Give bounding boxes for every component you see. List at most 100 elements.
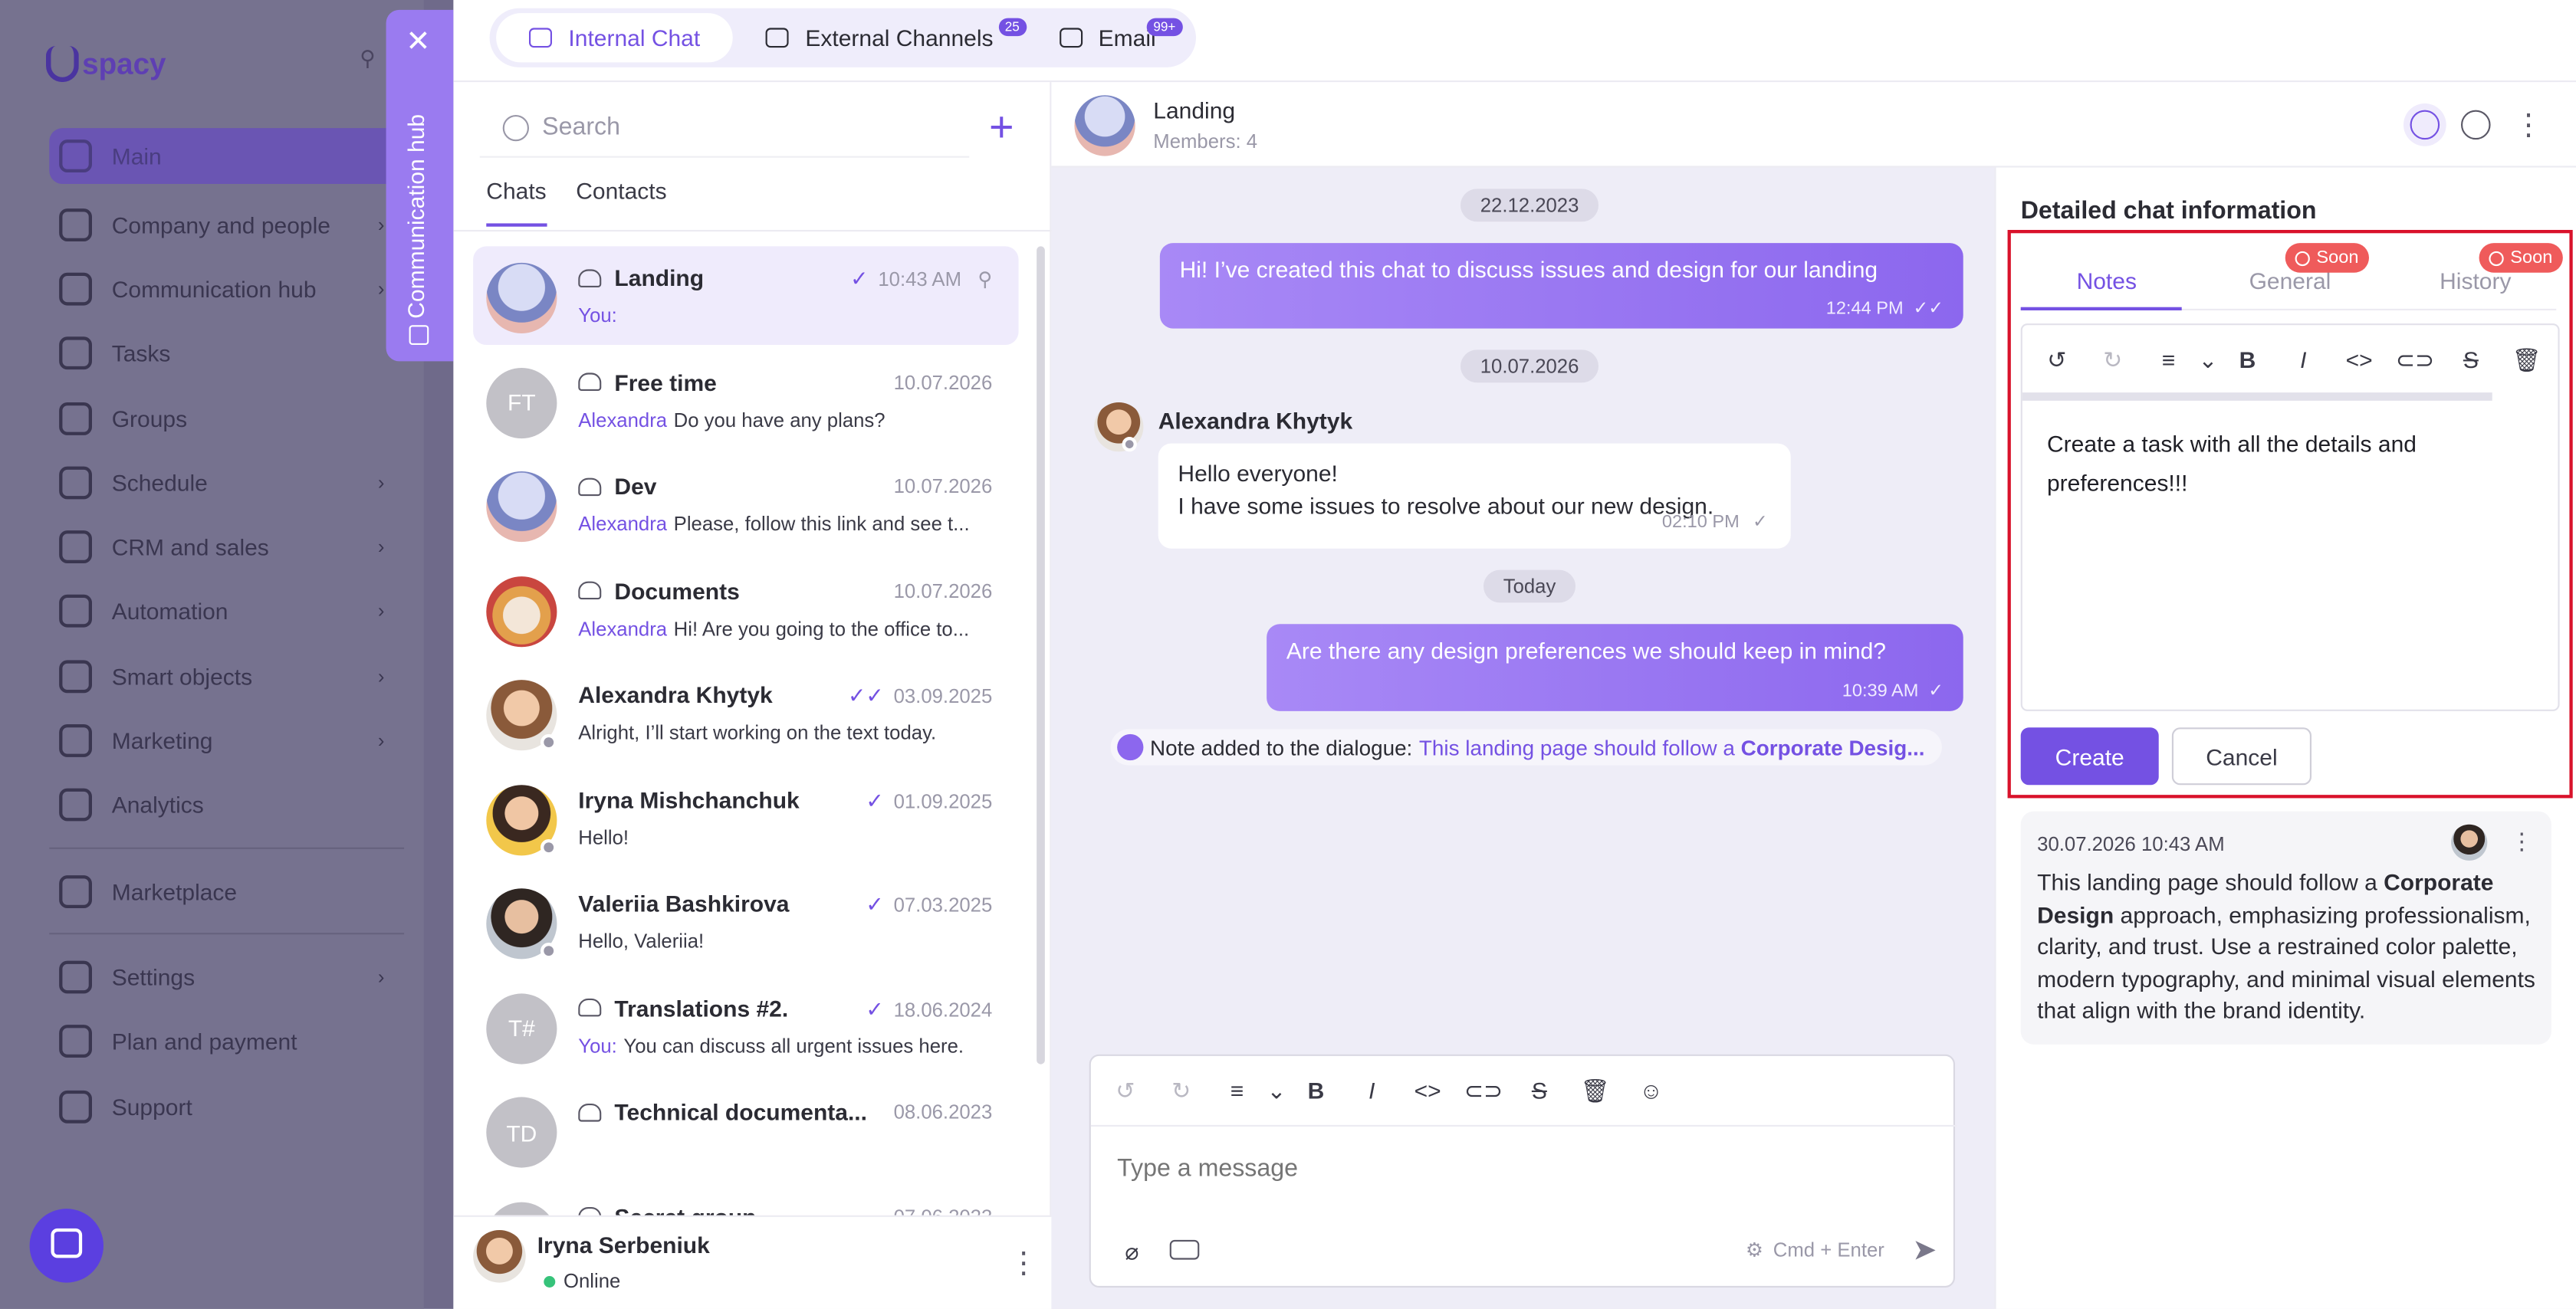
composer-toolbar: ↺ ↻ ≡ ⌄ B I <> ⊂⊃ S 🗑 ☺ (1097, 1072, 1679, 1108)
chat-list-item[interactable]: Iryna Mishchanchuk ✓ 01.09.2025 Hello! (473, 768, 1018, 872)
sidebar-item-schedule[interactable]: Schedule › (49, 451, 404, 515)
chat-list-item[interactable]: Dev 10.07.2026 Alexandra Please, follow thi… (473, 455, 1018, 559)
chevron-right-icon: › (377, 729, 385, 753)
sidebar-item-plan-and-payment[interactable]: Plan and payment (49, 1009, 404, 1074)
tab-external-channels[interactable]: External Channels 25 (733, 13, 1027, 62)
chat-meta: ✓ 01.09.2025 (866, 788, 992, 814)
tab-contacts[interactable]: Contacts (576, 177, 666, 226)
sidebar-item-marketplace[interactable]: Marketplace (49, 859, 404, 924)
chat-time: 03.09.2025 (893, 684, 993, 708)
pin-icon[interactable]: ⚲ (978, 267, 992, 290)
avatar[interactable] (473, 1230, 526, 1283)
home-icon (59, 139, 92, 172)
note-icon (409, 325, 429, 345)
preview-text: Hello, Valeriia! (578, 929, 705, 953)
align-icon[interactable]: ≡ (1209, 1072, 1265, 1108)
more-options-icon[interactable]: ⋮ (2510, 828, 2533, 855)
note-link[interactable]: This landing page should follow a Corpor… (1419, 735, 1925, 759)
link-icon[interactable]: ⊂⊃ (1456, 1072, 1512, 1108)
chat-list-item[interactable]: T# Translations #2. ✓ 18.06.2024 You: You can… (473, 976, 1018, 1081)
chevron-right-icon: › (377, 664, 385, 688)
chat-name-text: Alexandra Khytyk (578, 681, 773, 708)
logo[interactable]: spacy (46, 46, 166, 83)
sidebar-item-tasks[interactable]: Tasks (49, 321, 404, 385)
support-chat-button[interactable] (29, 1209, 104, 1283)
note-added-notice[interactable]: Note added to the dialogue: This landing… (1110, 729, 1942, 766)
chat-name: Valeriia Bashkirova (578, 890, 789, 916)
search-input[interactable] (542, 113, 937, 142)
chat-list-item[interactable]: Valeriia Bashkirova ✓ 07.03.2025 Hello, Val… (473, 872, 1018, 976)
message-outgoing[interactable]: Hi! I’ve created this chat to discuss is… (1159, 243, 1963, 329)
message-incoming[interactable]: Hello everyone! I have some issues to re… (1158, 443, 1791, 549)
search-icon[interactable] (2461, 110, 2491, 140)
message-meta: 02:10 PM ✓ (1662, 506, 1768, 539)
sidebar-item-communication-hub[interactable]: Communication hub › (49, 257, 404, 321)
sidebar-item-groups[interactable]: Groups (49, 385, 404, 450)
undo-icon[interactable]: ↺ (1097, 1072, 1153, 1108)
sidebar-item-main[interactable]: Main (49, 128, 405, 184)
redo-icon[interactable]: ↻ (1153, 1072, 1209, 1108)
avatar (486, 471, 557, 543)
avatar: FT (486, 366, 557, 438)
note-link-text: This landing page should follow a (1418, 734, 1741, 760)
tab-email[interactable]: Email 99+ (1026, 13, 1188, 62)
trash-icon[interactable]: 🗑 (1567, 1072, 1623, 1108)
avatar-initials: T# (508, 1015, 535, 1042)
chat-icon (59, 272, 92, 306)
add-chat-button[interactable]: + (989, 105, 1014, 148)
send-hint[interactable]: ⚙ Cmd + Enter (1746, 1238, 1884, 1261)
message-icon (51, 1228, 83, 1258)
paperclip-icon[interactable]: ⌀ (1104, 1233, 1160, 1269)
logo-mark-icon (46, 46, 79, 83)
chat-items: Landing ✓ 10:43 AM ⚲ You: FT Free time 10.07.20… (473, 246, 1019, 1289)
pin-icon[interactable]: ⚲ (360, 46, 383, 71)
sidebar-item-support[interactable]: Support (49, 1074, 404, 1138)
bold-icon[interactable]: B (1288, 1072, 1344, 1108)
chat-list-item[interactable]: Alexandra Khytyk ✓✓ 03.09.2025 Alright, I’l… (473, 664, 1018, 768)
sidebar-item-crm-and-sales[interactable]: CRM and sales › (49, 515, 404, 579)
more-options-icon[interactable]: ⋮ (2514, 110, 2544, 140)
send-icon[interactable]: ➤ (1912, 1233, 1937, 1268)
strikethrough-icon[interactable]: S (1511, 1072, 1567, 1108)
online-dot (544, 1275, 556, 1287)
sidebar-item-smart-objects[interactable]: Smart objects › (49, 644, 404, 708)
chat-meta: 08.06.2023 (894, 1101, 993, 1124)
chat-avatar[interactable] (1074, 95, 1135, 156)
sidebar-item-analytics[interactable]: Analytics (49, 773, 404, 838)
scrollbar[interactable] (1037, 246, 1045, 1065)
chevron-down-icon[interactable]: ⌄ (1265, 1072, 1288, 1108)
sidebar-item-company-and-people[interactable]: Company and people › (49, 192, 404, 257)
emoji-icon[interactable]: ☺ (1623, 1072, 1679, 1108)
message-input[interactable] (1117, 1154, 1906, 1183)
chat-list-item[interactable]: Landing ✓ 10:43 AM ⚲ You: (473, 246, 1019, 345)
avatar: T# (486, 992, 557, 1064)
chat-list-item[interactable]: FT Free time 10.07.2026 Alexandra Do you hav… (473, 351, 1018, 455)
avatar (486, 576, 557, 647)
divider (453, 230, 1052, 232)
database-icon (59, 530, 92, 564)
info-icon[interactable] (2410, 110, 2440, 140)
preview-text: Hello! (578, 825, 629, 848)
notice-label: Note added to the dialogue: (1150, 734, 1413, 760)
chat-list-item[interactable]: Documents 10.07.2026 Alexandra Hi! Are you … (473, 559, 1018, 664)
chat-time: 10:43 AM (878, 267, 962, 291)
code-icon[interactable]: <> (1400, 1072, 1456, 1108)
chat-list-item[interactable]: TD Technical documenta... 08.06.2023 (473, 1081, 1018, 1185)
message-outgoing[interactable]: Are there any design preferences we shou… (1267, 624, 1963, 711)
chat-name: Alexandra Khytyk (578, 681, 772, 707)
group-icon (578, 581, 602, 600)
more-options-icon[interactable]: ⋮ (1009, 1248, 1039, 1278)
sidebar-item-settings[interactable]: Settings › (49, 945, 404, 1009)
gif-icon[interactable] (1169, 1239, 1200, 1260)
close-icon[interactable]: ✕ (406, 26, 430, 56)
chat-details-panel: Detailed chat information Notes General … (1994, 167, 2576, 1309)
sidebar-item-automation[interactable]: Automation › (49, 579, 404, 644)
details-title: Detailed chat information (2020, 197, 2317, 225)
italic-icon[interactable]: I (1344, 1072, 1400, 1108)
tab-chats[interactable]: Chats (486, 177, 547, 227)
communication-hub-tab[interactable]: ✕ Communication hub (386, 9, 454, 362)
tab-internal-chat[interactable]: Internal Chat (496, 13, 734, 63)
mail-icon (1059, 28, 1083, 48)
sidebar-item-marketing[interactable]: Marketing › (49, 708, 404, 773)
chat-title: Landing (1153, 97, 1236, 123)
